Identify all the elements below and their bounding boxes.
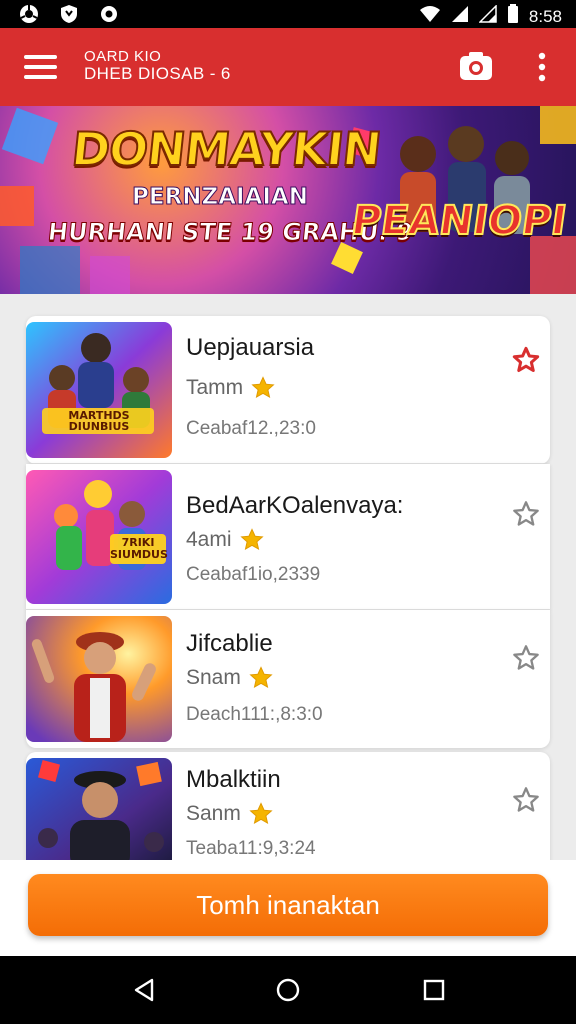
menu-icon-bar <box>24 65 57 69</box>
status-bar: 8:58 <box>0 0 576 28</box>
clock: 8:58 <box>528 6 562 26</box>
banner-headline: DONMAYKIN <box>68 121 384 177</box>
game-rating: Sanm <box>186 802 273 826</box>
game-title: Mbalktiin <box>186 766 281 793</box>
game-thumbnail <box>26 758 172 870</box>
recents-icon <box>423 979 445 1001</box>
recents-button[interactable] <box>420 976 448 1004</box>
star-icon <box>239 528 264 550</box>
menu-button[interactable] <box>22 50 60 84</box>
circle-icon <box>98 4 120 24</box>
favorite-button[interactable] <box>512 500 540 528</box>
camera-icon <box>460 52 492 80</box>
rating-label: 4ami <box>186 528 232 551</box>
banner-logo: PEANIOPI <box>348 197 571 245</box>
rating-label: Tamm <box>186 376 244 399</box>
back-icon <box>134 978 154 1002</box>
rating-label: Snam <box>186 666 241 689</box>
game-list-item[interactable]: 7RIKI SIUMDUS BedAarKOalenvaya: 4ami Cea… <box>26 464 550 610</box>
game-rating: Snam <box>186 666 273 690</box>
game-rating: 4ami <box>186 528 264 552</box>
game-date: Deach111:,8:3:0 <box>186 704 323 725</box>
home-button[interactable] <box>274 976 302 1004</box>
more-vert-icon <box>538 52 546 82</box>
game-date: Ceabaf12.,23:0 <box>186 418 316 439</box>
star-outline-icon <box>513 787 539 812</box>
star-icon <box>251 376 275 398</box>
game-thumbnail: MARTHDS DIUNBIUS <box>26 322 172 458</box>
menu-icon-bar <box>24 75 57 79</box>
thumbnail-caption: MARTHDS DIUNBIUS <box>68 409 130 433</box>
game-rating: Tamm <box>186 376 275 400</box>
star-outline-icon <box>513 501 539 526</box>
star-filled-icon <box>512 346 540 373</box>
game-thumbnail: 7RIKI SIUMDUS <box>26 470 172 604</box>
back-button[interactable] <box>130 976 158 1004</box>
game-title: Jifcablie <box>186 630 273 657</box>
shield-icon <box>58 4 80 24</box>
signal-icon <box>478 4 497 28</box>
thumbnail-caption: 7RIKI SIUMDUS <box>110 536 168 561</box>
more-options-button[interactable] <box>530 50 554 84</box>
wifi-icon <box>419 5 441 28</box>
star-icon <box>249 666 273 688</box>
app-title-line2: DHEB DIOSAB - 6 <box>84 64 231 83</box>
menu-icon <box>24 55 57 59</box>
app-bar: OARD KIO DHEB DIOSAB - 6 <box>0 28 576 106</box>
game-thumbnail <box>26 616 172 742</box>
app-title-line1: OARD KIO <box>84 48 162 65</box>
star-outline-icon <box>513 645 539 670</box>
promo-banner[interactable]: DONMAYKIN PERNZAIAIAN HURHANI STE 19 GRA… <box>0 106 576 294</box>
rating-label: Sanm <box>186 802 241 825</box>
banner-subheadline: PERNZAIAIAN <box>132 184 309 211</box>
battery-icon <box>507 4 519 29</box>
favorite-button[interactable] <box>512 786 540 814</box>
game-list-item[interactable]: Jifcablie Snam Deach111:,8:3:0 <box>26 610 550 748</box>
game-date: Teaba11:9,3:24 <box>186 838 316 859</box>
camera-button[interactable] <box>458 50 494 84</box>
favorite-button[interactable] <box>512 644 540 672</box>
bottom-action-area: Tomh inanaktan <box>0 860 576 956</box>
game-title: Uepjauarsia <box>186 334 315 361</box>
game-title: BedAarKOalenvaya: <box>186 492 404 519</box>
game-list-item[interactable]: MARTHDS DIUNBIUS Uepjauarsia Tamm Ceabaf… <box>26 316 550 464</box>
system-nav-bar <box>0 956 576 1024</box>
home-icon <box>276 978 300 1002</box>
favorite-button[interactable] <box>512 346 540 374</box>
signal-icon <box>451 5 469 28</box>
app-title: OARD KIO DHEB DIOSAB - 6 <box>84 48 231 82</box>
game-list-item[interactable]: Mbalktiin Sanm Teaba11:9,3:24 <box>26 752 550 870</box>
game-date: Ceabaf1io,2339 <box>186 564 321 585</box>
star-icon <box>249 802 273 824</box>
primary-action-button[interactable]: Tomh inanaktan <box>28 874 548 936</box>
chrome-icon <box>18 4 40 24</box>
